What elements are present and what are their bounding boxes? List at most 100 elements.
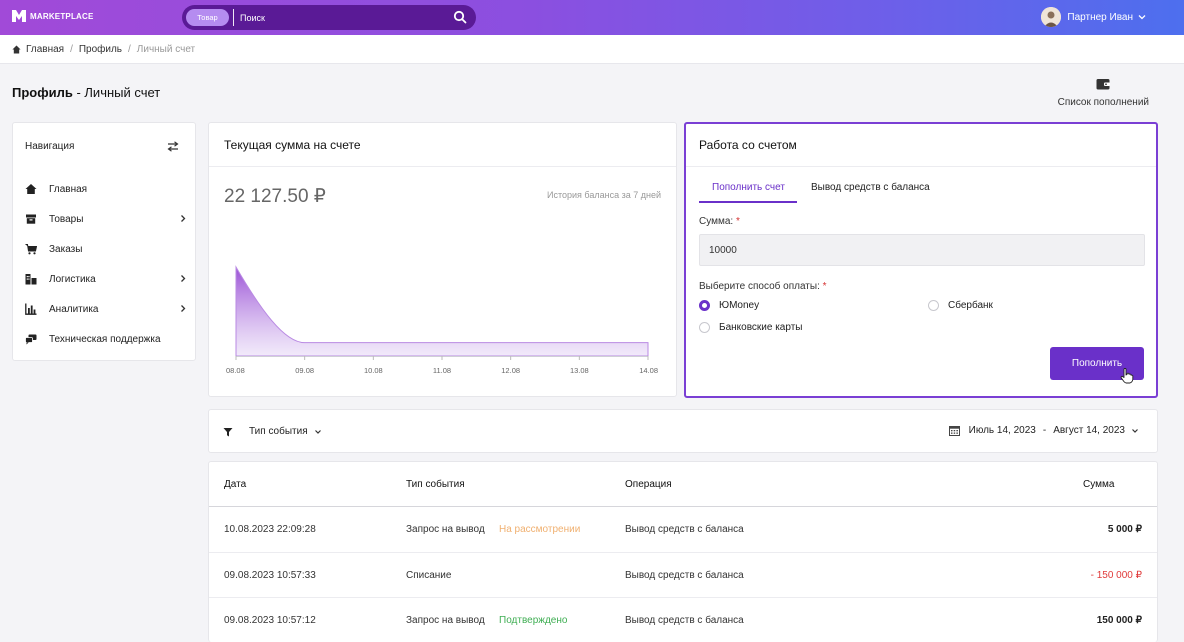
column-header-operation[interactable]: Операция <box>625 479 672 490</box>
amount-label-text: Сумма: <box>699 216 734 227</box>
home-icon <box>12 45 21 54</box>
search-category-chip[interactable]: Товар <box>186 9 229 26</box>
date-range-dash: - <box>1042 425 1047 436</box>
column-header-event-type[interactable]: Тип события <box>406 479 465 490</box>
user-menu[interactable]: Партнер Иван <box>1041 7 1146 27</box>
sidebar-item-logistics[interactable]: Логистика <box>25 271 187 287</box>
chevron-right-icon <box>181 215 186 222</box>
amount-input[interactable] <box>699 234 1145 266</box>
radio-dot[interactable] <box>928 300 939 311</box>
cell-amount: 150 000 ₽ <box>1096 615 1142 626</box>
breadcrumb-current: Личный счет <box>136 44 196 55</box>
radio-label: Сбербанк <box>948 300 993 311</box>
filter-icon <box>223 427 233 436</box>
amount-label: Сумма: * <box>699 216 740 227</box>
wallet-icon <box>1096 79 1111 90</box>
tab-topup[interactable]: Пополнить счет <box>699 182 797 203</box>
breadcrumb: Главная / Профиль / Личный счет <box>12 44 195 55</box>
logo-mark-icon <box>12 10 26 22</box>
transactions-table: Дата Тип события Операция Сумма 10.08.20… <box>208 461 1158 642</box>
search-icon[interactable] <box>453 10 467 24</box>
radio-dot-selected[interactable] <box>699 300 710 311</box>
chevron-right-icon <box>181 305 186 312</box>
chart-tick-label: 11.08 <box>433 366 451 375</box>
chevron-down-icon <box>1132 428 1138 433</box>
logo[interactable]: MARKETPLACE <box>12 10 94 22</box>
date-range-picker[interactable]: Июль 14, 2023 - Август 14, 2023 <box>948 425 1139 436</box>
balance-card-title: Текущая сумма на счете <box>224 138 361 152</box>
chart-tick-label: 13.08 <box>570 366 589 375</box>
balance-amount: 22 127.50 ₽ <box>224 186 326 207</box>
column-header-amount[interactable]: Сумма <box>1083 479 1114 490</box>
sidebar-item-support[interactable]: Техническая поддержка <box>25 331 187 347</box>
status-badge: Подтверждено <box>499 615 568 626</box>
tab-withdraw[interactable]: Вывод средств с баланса <box>811 182 930 201</box>
avatar <box>1041 7 1062 27</box>
chart-tick-label: 12.08 <box>501 366 520 375</box>
payment-method-label-text: Выберите способ оплаты: <box>699 281 820 292</box>
radio-dot[interactable] <box>699 322 710 333</box>
search-input[interactable] <box>240 10 440 25</box>
status-badge: На рассмотрении <box>499 524 581 535</box>
sidebar-item-label: Заказы <box>49 243 83 255</box>
cell-operation: Вывод средств с баланса <box>625 615 744 626</box>
table-row[interactable]: 09.08.2023 10:57:12 Запрос на вывод Подт… <box>209 597 1157 642</box>
chart-area-series <box>235 265 649 357</box>
sidebar-item-products[interactable]: Товары <box>25 211 187 227</box>
cell-operation: Вывод средств с баланса <box>625 570 744 581</box>
chat-icon <box>25 334 37 345</box>
column-header-date[interactable]: Дата <box>224 479 246 490</box>
chevron-right-icon <box>181 275 186 282</box>
chevron-down-icon <box>1138 15 1146 20</box>
breadcrumb-separator: / <box>70 44 73 55</box>
chevron-down-icon <box>314 429 321 434</box>
cart-icon <box>25 244 37 255</box>
radio-label: Банковские карты <box>719 322 803 333</box>
swap-arrows-icon[interactable] <box>167 141 179 152</box>
radio-label: ЮMoney <box>719 300 760 311</box>
home-icon <box>25 184 37 194</box>
navigation-title: Навигация <box>25 141 75 152</box>
sidebar-item-analytics[interactable]: Аналитика <box>25 301 187 317</box>
sidebar-item-orders[interactable]: Заказы <box>25 241 187 257</box>
sidebar-item-label: Техническая поддержка <box>49 333 161 345</box>
account-operations-card: Работа со счетом Пополнить счет Вывод ср… <box>684 122 1158 398</box>
required-mark: * <box>735 216 740 227</box>
sidebar-item-label: Аналитика <box>49 303 99 315</box>
breadcrumb-bar: Главная / Профиль / Личный счет <box>0 35 1184 64</box>
page-title-rest: - Личный счет <box>72 85 161 100</box>
sidebar-item-home[interactable]: Главная <box>25 181 187 197</box>
cell-operation: Вывод средств с баланса <box>625 524 744 535</box>
balance-card: Текущая сумма на счете 22 127.50 ₽ Истор… <box>208 122 677 397</box>
chart-tick-label: 09.08 <box>295 366 314 375</box>
breadcrumb-home[interactable]: Главная <box>26 44 64 55</box>
radio-bank-cards[interactable]: Банковские карты <box>699 322 802 333</box>
breadcrumb-separator: / <box>128 44 131 55</box>
breadcrumb-profile[interactable]: Профиль <box>79 44 122 55</box>
bar-chart-icon <box>25 303 37 315</box>
cell-date: 10.08.2023 22:09:28 <box>224 524 316 535</box>
radio-yumoney[interactable]: ЮMoney <box>699 300 759 311</box>
chart-tick-label: 08.08 <box>226 366 245 375</box>
card-divider <box>209 166 676 167</box>
page-title: Профиль - Личный счет <box>12 85 160 100</box>
top-bar: MARKETPLACE Товар Партнер Иван <box>0 0 1184 35</box>
table-row[interactable]: 10.08.2023 22:09:28 Запрос на вывод На р… <box>209 506 1157 551</box>
search-bar: Товар <box>182 5 476 30</box>
event-type-filter[interactable]: Тип события <box>223 426 322 437</box>
topup-list-label: Список пополнений <box>1057 97 1149 108</box>
topup-list-button[interactable]: Список пополнений <box>1058 78 1149 108</box>
user-name: Партнер Иван <box>1067 11 1133 23</box>
radio-sberbank[interactable]: Сбербанк <box>928 300 993 311</box>
navigation-panel: Навигация Главная Товары Заказы Логистик… <box>12 122 196 361</box>
filter-bar: Тип события Июль 14, 2023 - Август 14, 2… <box>208 409 1158 453</box>
balance-history-label: История баланса за 7 дней <box>547 190 661 200</box>
cell-date: 09.08.2023 10:57:33 <box>224 570 316 581</box>
search-separator <box>233 9 234 26</box>
box-icon <box>26 214 36 224</box>
logo-text: MARKETPLACE <box>30 11 94 21</box>
balance-chart: 08.08 09.08 10.08 11.08 12.08 13.08 14.08 <box>226 265 658 375</box>
date-from: Июль 14, 2023 <box>968 425 1036 436</box>
event-type-label: Тип события <box>249 426 308 437</box>
table-row[interactable]: 09.08.2023 10:57:33 Списание Вывод средс… <box>209 552 1157 597</box>
